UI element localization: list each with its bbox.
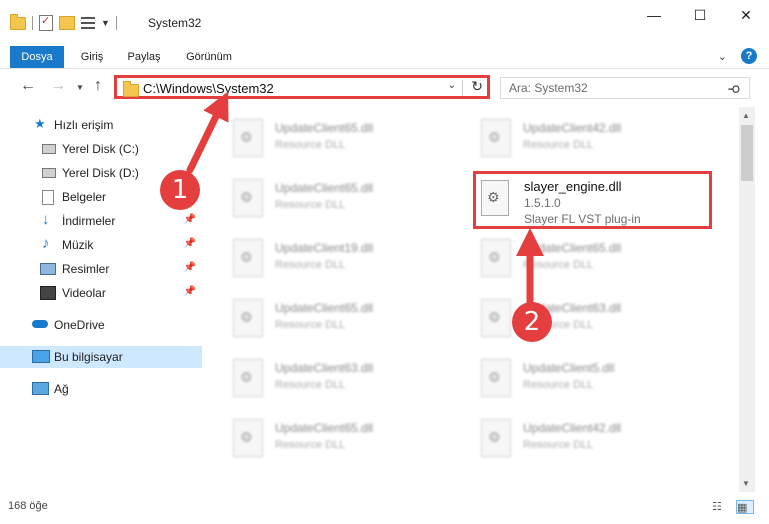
step-2-badge: 2 (512, 302, 552, 342)
step-1-badge: 1 (160, 170, 200, 210)
annotation-arrows (186, 91, 544, 309)
arrow-1 (186, 91, 229, 174)
